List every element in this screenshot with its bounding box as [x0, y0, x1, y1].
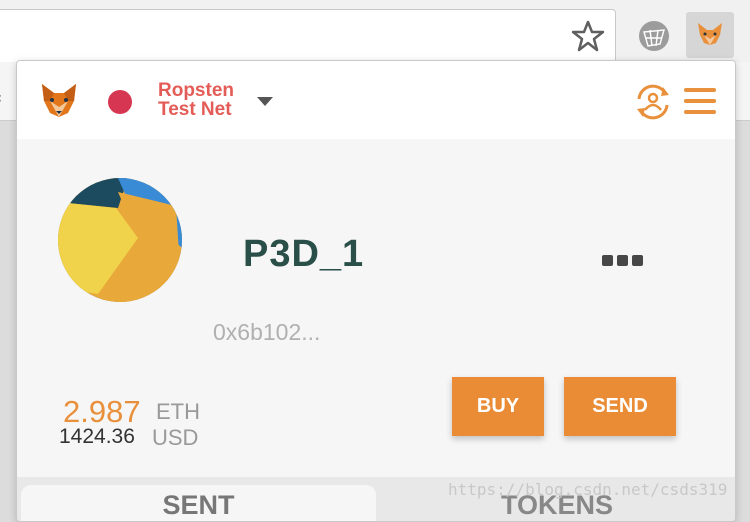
- chevron-left-icon: ‹: [0, 88, 2, 107]
- more-dots-icon[interactable]: [602, 251, 647, 270]
- metamask-logo-icon[interactable]: [39, 81, 79, 121]
- webstore-icon[interactable]: [636, 18, 672, 54]
- network-name-line1: Ropsten: [158, 80, 234, 101]
- metamask-fox-icon: [698, 23, 722, 45]
- caret-down-icon[interactable]: [257, 97, 273, 106]
- balance-usd: 1424.36: [59, 425, 135, 448]
- balance-usd-unit: USD: [152, 425, 199, 450]
- account-address[interactable]: 0x6b102...: [213, 319, 320, 346]
- network-name-line2: Test Net: [158, 99, 232, 120]
- popup-header: Ropsten Test Net: [17, 61, 735, 139]
- network-name[interactable]: Ropsten Test Net: [158, 81, 248, 119]
- hamburger-menu-icon[interactable]: [684, 88, 716, 114]
- account-identicon: [58, 178, 182, 302]
- send-button[interactable]: SEND: [564, 377, 676, 436]
- account-switch-icon[interactable]: [633, 83, 673, 121]
- star-icon[interactable]: [570, 18, 606, 54]
- address-bar[interactable]: [0, 9, 616, 64]
- balance-eth-unit: ETH: [156, 399, 200, 424]
- watermark-text: https://blog.csdn.net/csds319: [448, 480, 728, 499]
- metamask-popup: Ropsten Test Net P3D_1 0x6b102... 2.987 …: [16, 60, 736, 522]
- browser-toolbar: [0, 0, 750, 64]
- metamask-extension-button[interactable]: [686, 12, 734, 58]
- network-status-dot[interactable]: [108, 90, 132, 114]
- buy-button[interactable]: BUY: [452, 377, 544, 436]
- tab-sent[interactable]: SENT: [21, 485, 376, 521]
- account-name[interactable]: P3D_1: [243, 233, 364, 276]
